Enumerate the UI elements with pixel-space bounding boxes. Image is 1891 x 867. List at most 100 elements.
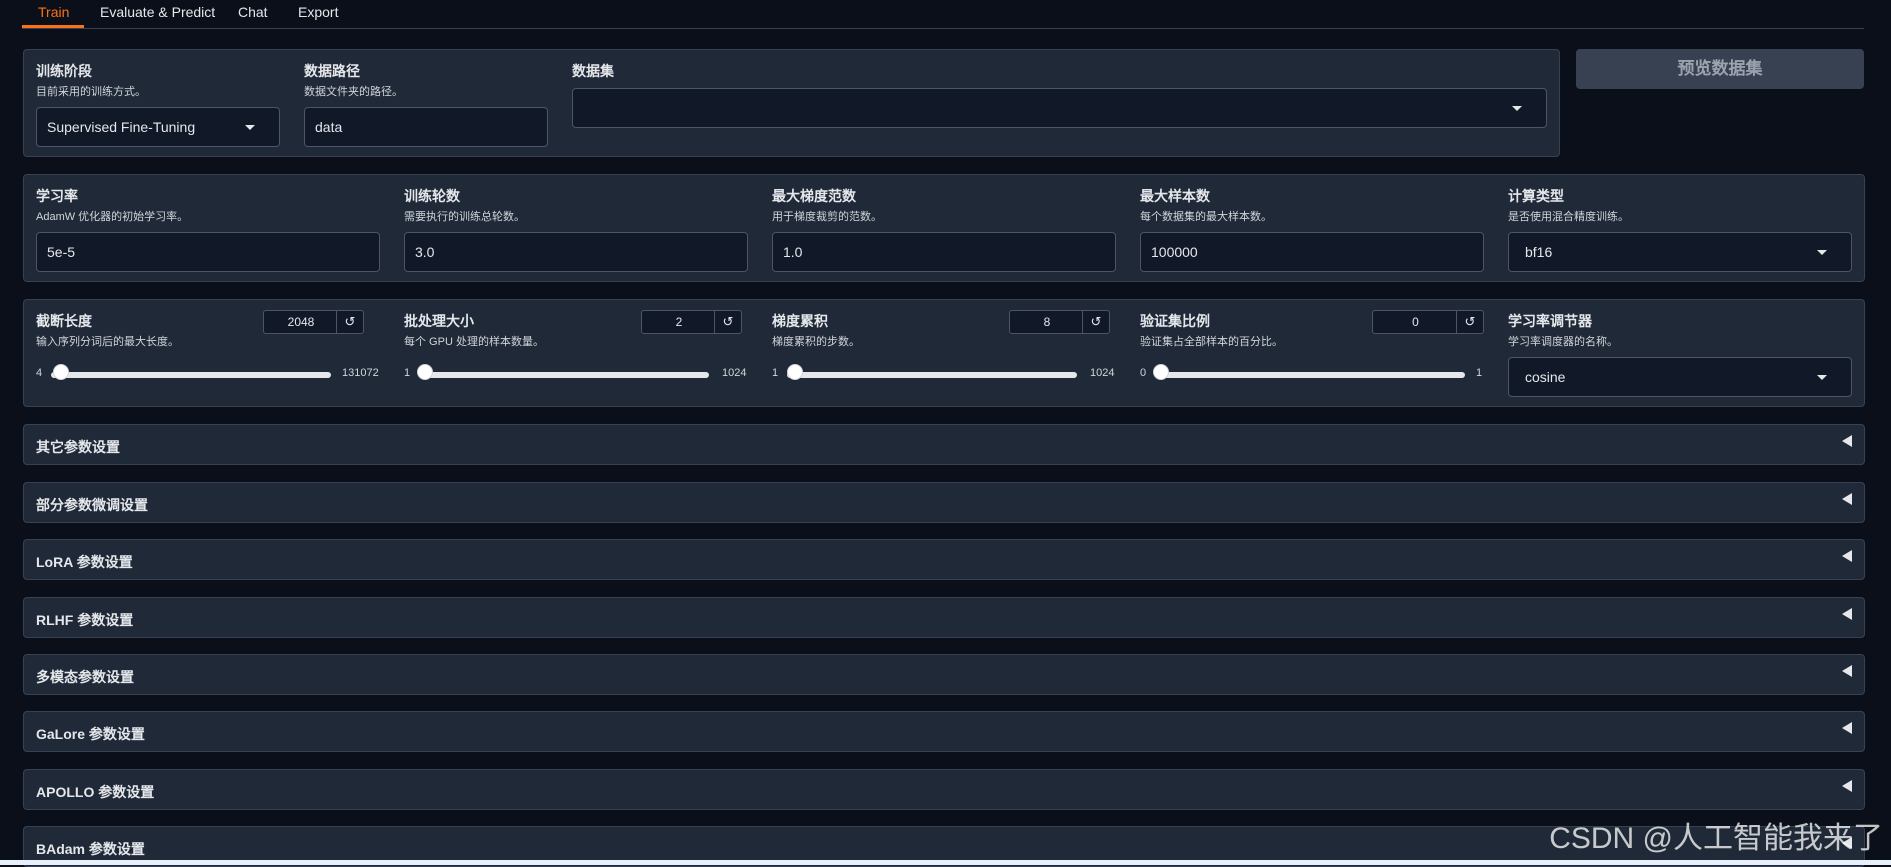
grad-accum-slider-track[interactable]	[787, 372, 1077, 378]
accordion-galore-settings[interactable]: GaLore 参数设置	[23, 711, 1865, 752]
accordion-title: 多模态参数设置	[36, 669, 134, 685]
lr-scheduler-label: 学习率调节器	[1508, 313, 1592, 329]
val-size-reset-icon[interactable]: ↺	[1456, 311, 1483, 333]
cutoff-len-max: 131072	[342, 367, 379, 379]
batch-size-info: 每个 GPU 处理的样本数量。	[404, 336, 544, 348]
max-samples-input[interactable]: 100000	[1140, 232, 1484, 272]
learning-rate-value: 5e-5	[47, 244, 76, 260]
collapse-arrow-icon	[1842, 550, 1852, 562]
tab-export[interactable]: Export	[298, 4, 338, 20]
accordion-extra-settings[interactable]: 其它参数设置	[23, 424, 1865, 465]
lr-scheduler-info: 学习率调度器的名称。	[1508, 336, 1618, 348]
batch-size-reset-icon[interactable]: ↺	[714, 311, 741, 333]
max-samples-label: 最大样本数	[1140, 188, 1210, 204]
accordion-title: LoRA 参数设置	[36, 554, 133, 570]
learning-rate-info: AdamW 优化器的初始学习率。	[36, 211, 189, 223]
watermark: CSDN @人工智能我来了	[1549, 822, 1883, 855]
max-grad-norm-value: 1.0	[783, 244, 803, 260]
epochs-label: 训练轮数	[404, 188, 460, 204]
val-size-min: 0	[1140, 367, 1147, 379]
grad-accum-min: 1	[772, 367, 779, 379]
accordion-apollo-settings[interactable]: APOLLO 参数设置	[23, 769, 1865, 810]
compute-type-label: 计算类型	[1508, 188, 1564, 204]
stage-value: Supervised Fine-Tuning	[47, 119, 196, 135]
accordion-title: 部分参数微调设置	[36, 497, 148, 513]
tab-chat[interactable]: Chat	[238, 4, 268, 20]
accordion-title: APOLLO 参数设置	[36, 784, 155, 800]
stage-dropdown[interactable]: Supervised Fine-Tuning	[36, 107, 280, 147]
cutoff-len-label: 截断长度	[36, 313, 92, 329]
collapse-arrow-icon	[1842, 780, 1852, 792]
compute-type-info: 是否使用混合精度训练。	[1508, 211, 1629, 223]
val-size-info: 验证集占全部样本的百分比。	[1140, 336, 1283, 348]
cutoff-len-info: 输入序列分词后的最大长度。	[36, 336, 179, 348]
accordion-title: RLHF 参数设置	[36, 612, 134, 628]
bottom-bar	[0, 860, 1891, 865]
grad-accum-max: 1024	[1090, 367, 1115, 379]
data-dir-input[interactable]: data	[304, 107, 548, 147]
data-dir-label: 数据路径	[304, 63, 360, 79]
learning-rate-input[interactable]: 5e-5	[36, 232, 380, 272]
batch-size-max: 1024	[722, 367, 747, 379]
data-dir-info: 数据文件夹的路径。	[304, 86, 403, 98]
grad-accum-label: 梯度累积	[772, 313, 828, 329]
row1-panel: 训练阶段 目前采用的训练方式。 Supervised Fine-Tuning 数…	[23, 49, 1560, 157]
cutoff-len-slider-track[interactable]	[51, 372, 331, 378]
row2-panel: 学习率 AdamW 优化器的初始学习率。 5e-5 训练轮数 需要执行的训练总轮…	[23, 174, 1865, 282]
max-grad-norm-info: 用于梯度裁剪的范数。	[772, 211, 882, 223]
tab-bar: Train Evaluate & Predict Chat Export	[22, 0, 1864, 29]
collapse-arrow-icon	[1842, 665, 1852, 677]
stage-info: 目前采用的训练方式。	[36, 86, 146, 98]
max-grad-norm-input[interactable]: 1.0	[772, 232, 1116, 272]
grad-accum-slider-thumb[interactable]	[787, 364, 804, 380]
accordion-title: 其它参数设置	[36, 439, 120, 455]
batch-size-value: 2	[675, 315, 683, 329]
tab-evaluate-predict[interactable]: Evaluate & Predict	[100, 4, 215, 20]
cutoff-len-min: 4	[36, 367, 43, 379]
collapse-arrow-icon	[1842, 493, 1852, 505]
data-dir-value: data	[315, 119, 343, 135]
val-size-max: 1	[1476, 367, 1483, 379]
max-samples-value: 100000	[1151, 244, 1198, 260]
val-size-number-input[interactable]: 0 ↺	[1372, 310, 1484, 334]
val-size-value: 0	[1412, 315, 1419, 329]
cutoff-len-number-input[interactable]: 2048 ↺	[263, 310, 364, 334]
accordion-title: BAdam 参数设置	[36, 841, 145, 857]
batch-size-slider-track[interactable]	[419, 372, 709, 378]
active-tab-indicator	[22, 25, 84, 28]
stage-label: 训练阶段	[36, 63, 92, 79]
cutoff-len-value: 2048	[287, 315, 315, 329]
cutoff-len-reset-icon[interactable]: ↺	[336, 311, 363, 333]
batch-size-min: 1	[404, 367, 411, 379]
val-size-slider-thumb[interactable]	[1153, 364, 1169, 380]
max-grad-norm-label: 最大梯度范数	[772, 188, 856, 204]
lr-scheduler-dropdown[interactable]: cosine	[1508, 357, 1852, 397]
compute-type-dropdown[interactable]: bf16	[1508, 232, 1852, 272]
lr-scheduler-value: cosine	[1525, 369, 1566, 385]
epochs-value: 3.0	[415, 244, 435, 260]
accordion-lora-settings[interactable]: LoRA 参数设置	[23, 539, 1865, 580]
accordion-rlhf-settings[interactable]: RLHF 参数设置	[23, 597, 1865, 638]
accordion-multimodal-settings[interactable]: 多模态参数设置	[23, 654, 1865, 695]
grad-accum-value: 8	[1043, 315, 1051, 329]
accordion-title: GaLore 参数设置	[36, 726, 145, 742]
learning-rate-label: 学习率	[36, 188, 78, 204]
tab-train[interactable]: Train	[38, 4, 69, 20]
epochs-input[interactable]: 3.0	[404, 232, 748, 272]
dataset-label: 数据集	[572, 63, 614, 79]
row3-panel: 截断长度 输入序列分词后的最大长度。 2048 ↺ 4 131072 批处理大小…	[23, 299, 1865, 407]
batch-size-number-input[interactable]: 2 ↺	[641, 310, 742, 334]
batch-size-label: 批处理大小	[404, 313, 474, 329]
grad-accum-reset-icon[interactable]: ↺	[1082, 311, 1109, 333]
dataset-dropdown[interactable]	[572, 88, 1547, 128]
collapse-arrow-icon	[1842, 722, 1852, 734]
collapse-arrow-icon	[1842, 435, 1852, 447]
preview-dataset-button[interactable]: 预览数据集	[1576, 49, 1864, 89]
val-size-slider-track[interactable]	[1155, 372, 1465, 378]
accordion-freeze-settings[interactable]: 部分参数微调设置	[23, 482, 1865, 523]
grad-accum-number-input[interactable]: 8 ↺	[1009, 310, 1110, 334]
compute-type-value: bf16	[1525, 244, 1553, 260]
val-size-label: 验证集比例	[1140, 313, 1210, 329]
grad-accum-info: 梯度累积的步数。	[772, 336, 860, 348]
max-samples-info: 每个数据集的最大样本数。	[1140, 211, 1272, 223]
